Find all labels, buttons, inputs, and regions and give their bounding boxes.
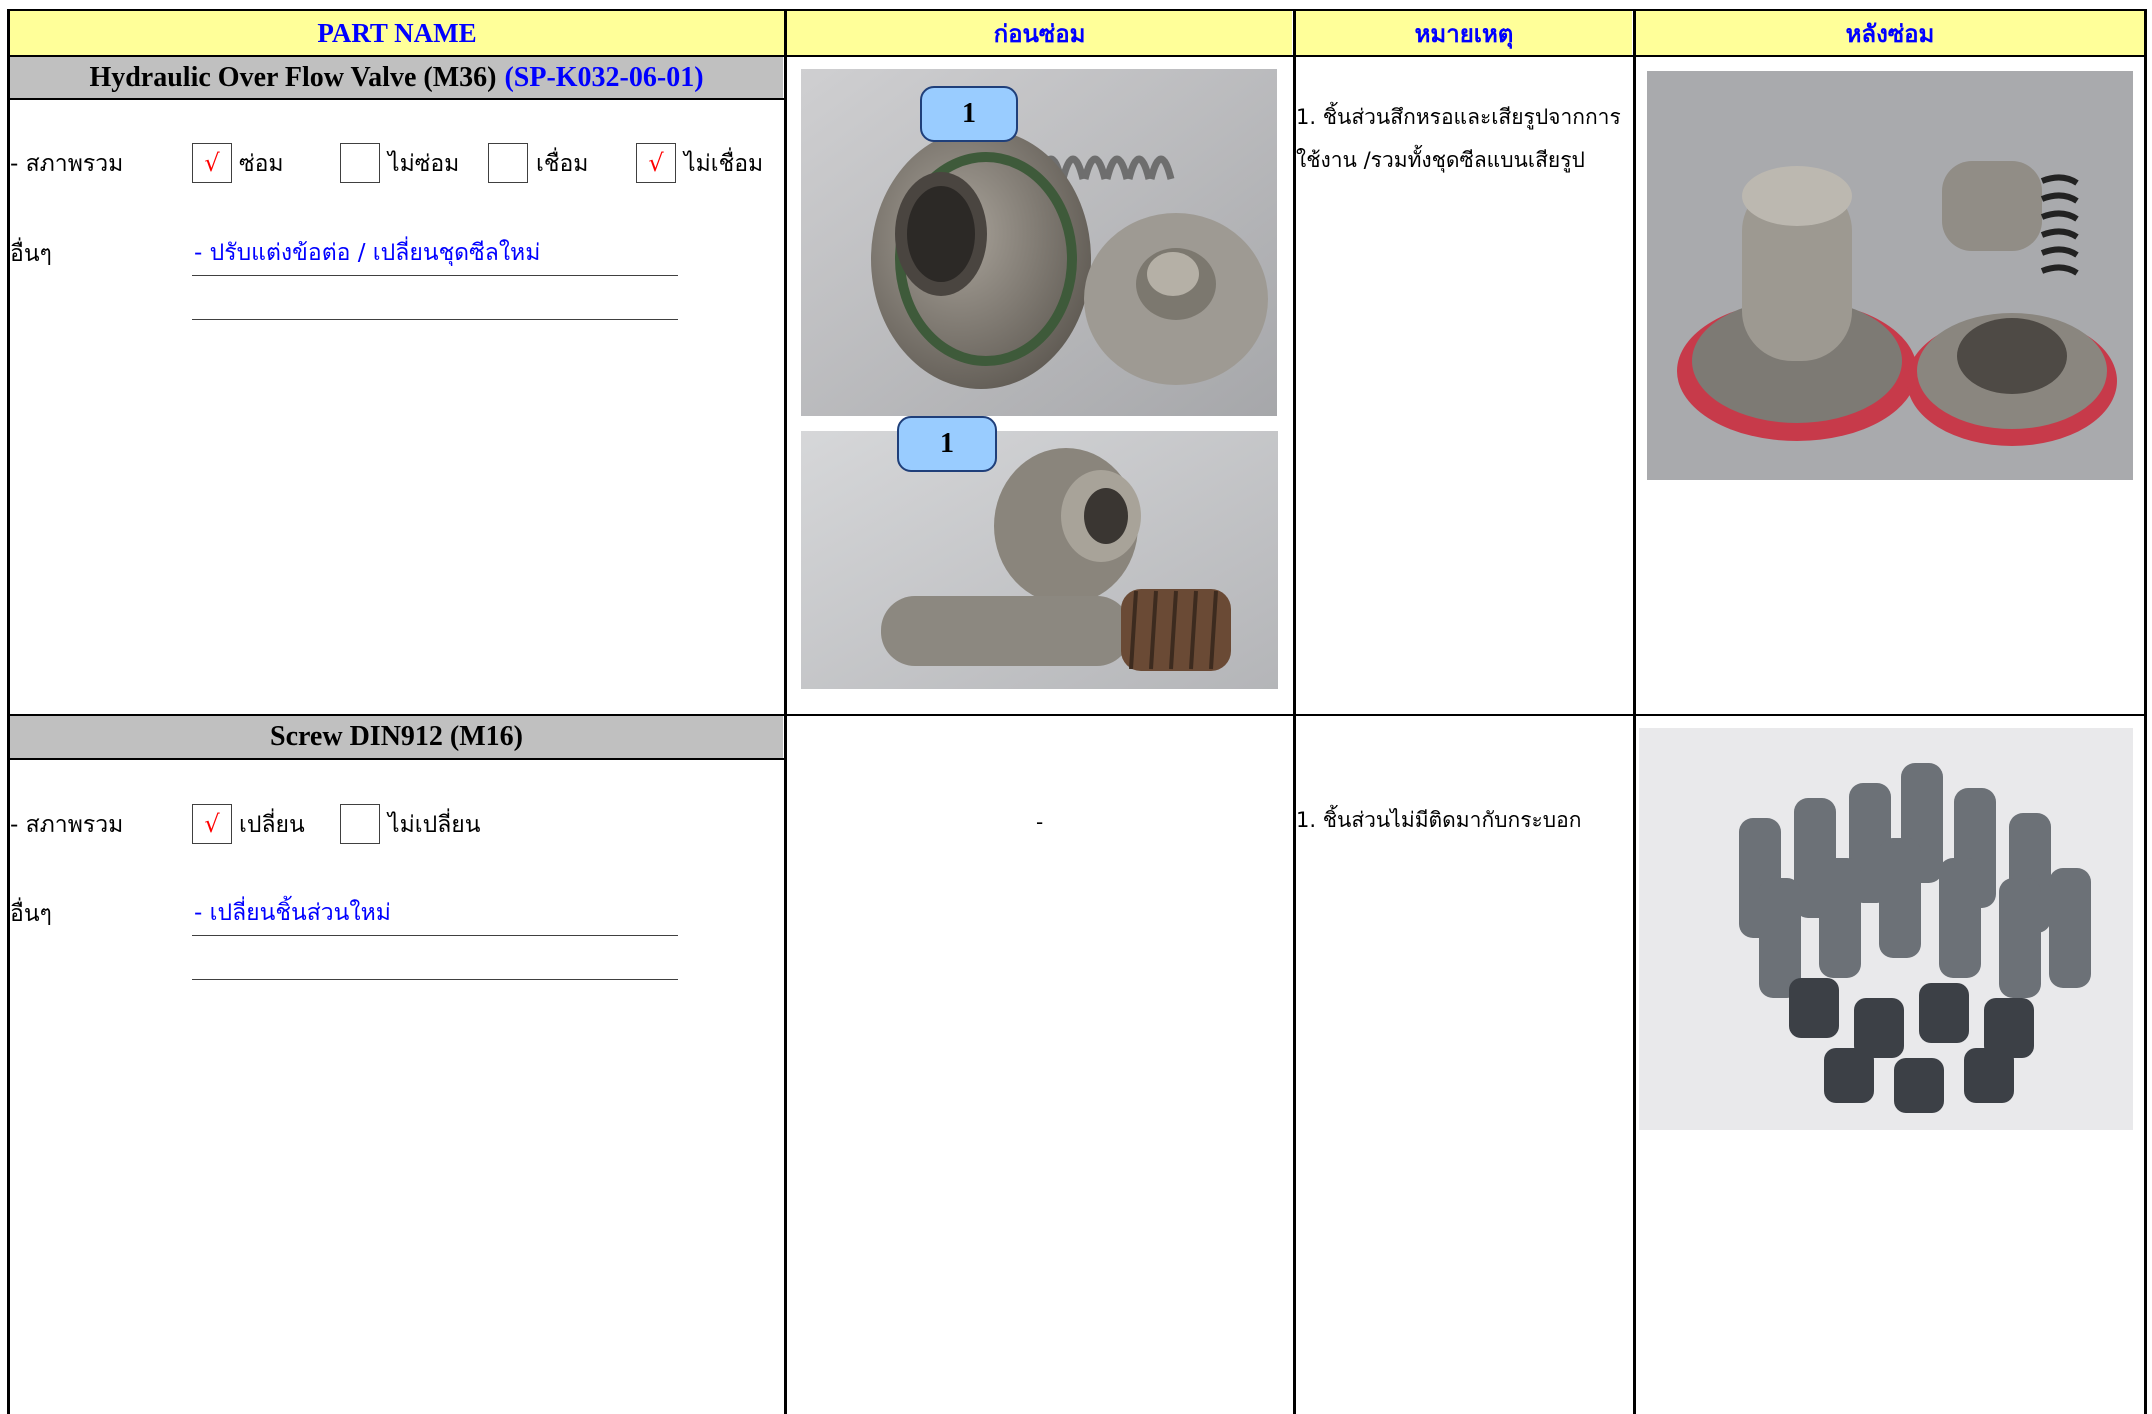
header-remark: หมายเหตุ <box>1296 11 1632 55</box>
header-before-text: ก่อนซ่อม <box>993 19 1086 48</box>
part1-weld-checkbox[interactable] <box>488 143 528 183</box>
part1-no-repair-label: ไม่ซ่อม <box>388 151 460 177</box>
grid-divider-3 <box>1633 9 1636 1414</box>
part1-after-photo <box>1647 71 2133 480</box>
part2-other-underline-1 <box>192 935 678 936</box>
grid-left-border <box>7 9 10 1414</box>
part1-weld-label: เชื่อม <box>536 151 589 177</box>
header-before-repair: ก่อนซ่อม <box>787 11 1292 55</box>
header-part-name-text: PART NAME <box>317 17 477 48</box>
part2-no-replace-label: ไม่เปลี่ยน <box>388 812 481 838</box>
grid-right-border <box>2144 9 2147 1414</box>
part2-title-bar: Screw DIN912 (M16) <box>10 716 783 758</box>
part1-callout-2: 1 <box>897 416 997 472</box>
part1-repair-label: ซ่อม <box>239 151 284 177</box>
part1-other-underline-2 <box>192 319 678 320</box>
part2-replace-checkbox[interactable]: √ <box>192 804 232 844</box>
grid-divider-2 <box>1293 9 1296 1414</box>
part1-remark-line-1: 1. ชิ้นส่วนสึกหรอและเสียรูปจากการ <box>1296 105 1621 129</box>
part2-no-replace-checkbox[interactable] <box>340 804 380 844</box>
part1-no-repair-checkbox[interactable] <box>340 143 380 183</box>
part1-no-weld-label: ไม่เชื่อม <box>684 151 764 177</box>
header-after-text: หลังซ่อม <box>1845 19 1935 48</box>
part1-other-label: อื่นๆ <box>10 241 52 267</box>
part1-title-underline <box>7 98 785 100</box>
part2-condition-label: - สภาพรวม <box>10 812 124 838</box>
part1-remark-line-2: ใช้งาน /รวมทั้งชุดซีลแบนเสียรูป <box>1296 148 1585 172</box>
part1-callout-1-text: 1 <box>962 98 976 129</box>
header-remark-text: หมายเหตุ <box>1414 19 1514 48</box>
part1-no-weld-checkbox[interactable]: √ <box>636 143 676 183</box>
part1-callout-2-text: 1 <box>940 428 954 459</box>
part2-after-photo <box>1639 728 2133 1130</box>
part2-other-label: อื่นๆ <box>10 901 52 927</box>
part2-before-placeholder: - <box>1036 810 1044 834</box>
part1-repair-checkbox[interactable]: √ <box>192 143 232 183</box>
part1-callout-1: 1 <box>920 86 1018 142</box>
part2-title-underline <box>7 758 785 760</box>
part1-before-photo-2 <box>801 431 1278 689</box>
part2-other-text: - เปลี่ยนชิ้นส่วนใหม่ <box>194 900 391 926</box>
part1-name: Hydraulic Over Flow Valve (M36) <box>89 61 497 93</box>
part2-name: Screw DIN912 (M16) <box>270 721 523 752</box>
part1-other-text: - ปรับแต่งข้อต่อ / เปลี่ยนชุดซีลใหม่ <box>194 240 541 266</box>
header-part-name: PART NAME <box>10 11 784 55</box>
part1-title-bar: Hydraulic Over Flow Valve (M36) (SP-K032… <box>10 57 783 98</box>
part2-remark-line-1: 1. ชิ้นส่วนไม่มีติดมากับกระบอก <box>1296 808 1582 832</box>
part1-other-underline-1 <box>192 275 678 276</box>
header-after-repair: หลังซ่อม <box>1636 11 2144 55</box>
part1-before-photo-1 <box>801 69 1277 416</box>
part1-code: (SP-K032-06-01) <box>504 61 704 93</box>
grid-divider-1 <box>784 9 787 1414</box>
part2-other-underline-2 <box>192 979 678 980</box>
part1-condition-label: - สภาพรวม <box>10 151 124 177</box>
part2-replace-label: เปลี่ยน <box>239 812 305 838</box>
